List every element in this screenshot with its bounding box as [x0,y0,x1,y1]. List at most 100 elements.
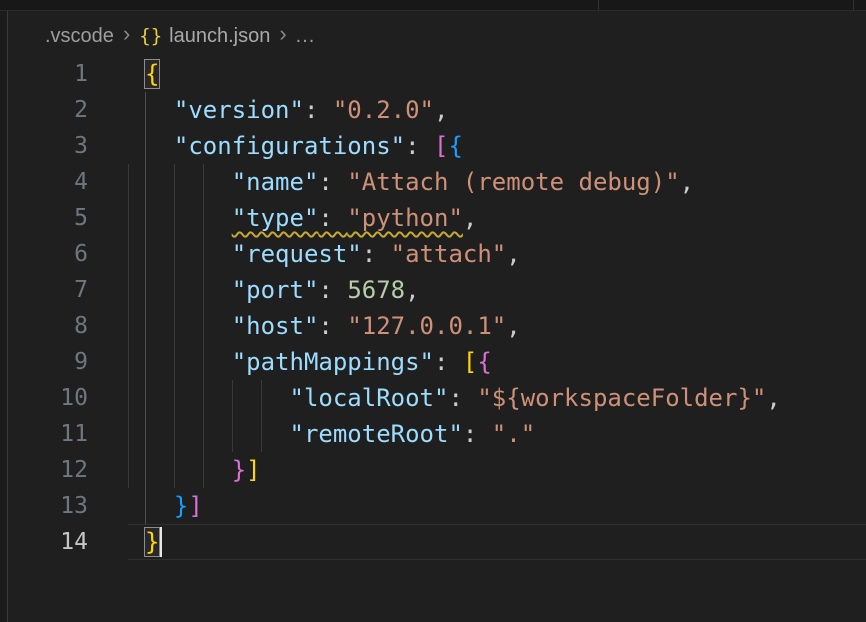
warning-underlined-token: : [318,204,347,232]
token-key: "localRoot" [290,384,449,412]
code-line-9[interactable]: 9 "pathMappings": [{ [0,344,866,380]
line-number-13[interactable]: 13 [0,488,88,524]
tab-bar[interactable] [0,0,866,11]
line-number-9[interactable]: 9 [0,344,88,380]
scope-guide [128,236,129,272]
code-text: "pathMappings": [{ [145,344,492,380]
token-key: "port" [232,276,319,304]
token-b3: } [174,492,188,520]
scope-guide [128,200,129,236]
code-line-13[interactable]: 13 }] [0,488,866,524]
indent-whitespace [145,204,232,232]
chevron-right-icon: › [123,21,130,47]
line-number-8[interactable]: 8 [0,308,88,344]
token-key: "pathMappings" [232,348,434,376]
token-key: "remoteRoot" [290,420,463,448]
code-line-10[interactable]: 10 "localRoot": "${workspaceFolder}", [0,380,866,416]
line-number-10[interactable]: 10 [0,380,88,416]
line-number-5[interactable]: 5 [0,200,88,236]
scope-guide [128,416,129,452]
current-line-highlight [128,524,866,560]
line-number-11[interactable]: 11 [0,416,88,452]
code-editor[interactable]: 1{2 "version": "0.2.0",3 "configurations… [0,56,866,560]
token-b1: [ [463,348,477,376]
token-pun: , [506,240,520,268]
token-pun: , [506,312,520,340]
text-cursor [160,527,162,557]
code-line-2[interactable]: 2 "version": "0.2.0", [0,92,866,128]
token-b1: } [145,528,159,556]
line-number-14[interactable]: 14 [0,524,88,560]
scope-guide [128,344,129,380]
breadcrumb-symbol-ellipsis[interactable]: ... [296,25,316,48]
code-line-4[interactable]: 4 "name": "Attach (remote debug)", [0,164,866,200]
code-text: "configurations": [{ [145,128,463,164]
code-line-11[interactable]: 11 "remoteRoot": "." [0,416,866,452]
code-line-3[interactable]: 3 "configurations": [{ [0,128,866,164]
code-text: { [145,56,159,92]
code-text: "remoteRoot": "." [145,416,535,452]
token-pun: : [318,276,347,304]
indent-whitespace [145,492,174,520]
token-key: "version" [174,96,304,124]
scope-guide [128,308,129,344]
indent-whitespace [145,348,232,376]
breadcrumb-folder[interactable]: .vscode [45,25,114,48]
token-str: "0.2.0" [333,96,434,124]
code-line-12[interactable]: 12 }] [0,452,866,488]
line-number-6[interactable]: 6 [0,236,88,272]
warning-underlined-token: "type" [232,204,319,232]
code-text: "version": "0.2.0", [145,92,448,128]
token-b2: ] [188,492,202,520]
line-number-4[interactable]: 4 [0,164,88,200]
token-str: "Attach (remote debug)" [347,168,679,196]
token-pun: : [463,420,492,448]
token-pun: : [318,168,347,196]
code-line-1[interactable]: 1{ [0,56,866,92]
breadcrumb: .vscode › {} launch.json › ... [45,22,315,50]
scope-guide [128,272,129,308]
indent-whitespace [145,276,232,304]
token-key: "request" [232,240,362,268]
line-number-2[interactable]: 2 [0,92,88,128]
breadcrumb-file[interactable]: launch.json [169,25,270,48]
token-b2: { [477,348,491,376]
scope-guide [128,452,129,488]
token-b1: ] [246,456,260,484]
code-line-14[interactable]: 14} [0,524,866,560]
token-str: "attach" [391,240,507,268]
token-key: "name" [232,168,319,196]
indent-whitespace [145,456,232,484]
scope-guide [128,380,129,416]
line-number-12[interactable]: 12 [0,452,88,488]
code-line-5[interactable]: 5 "type": "python", [0,200,866,236]
token-pun: : [405,132,434,160]
line-number-3[interactable]: 3 [0,128,88,164]
indent-whitespace [145,96,174,124]
json-file-icon: {} [139,25,162,47]
code-text: "localRoot": "${workspaceFolder}", [145,380,781,416]
scope-guide [128,164,129,200]
token-num: 5678 [347,276,405,304]
code-line-8[interactable]: 8 "host": "127.0.0.1", [0,308,866,344]
code-line-6[interactable]: 6 "request": "attach", [0,236,866,272]
token-str: "." [492,420,535,448]
code-text: "port": 5678, [145,272,420,308]
token-b2: [ [434,132,448,160]
token-b2: } [232,456,246,484]
indent-whitespace [145,168,232,196]
token-key: "host" [232,312,319,340]
code-text: }] [145,452,261,488]
token-pun: : [362,240,391,268]
token-b3: { [448,132,462,160]
token-str: "${workspaceFolder}" [477,384,766,412]
warning-underlined-token: "python" [347,204,463,232]
token-str: "127.0.0.1" [347,312,506,340]
code-text: "request": "attach", [145,236,521,272]
code-line-7[interactable]: 7 "port": 5678, [0,272,866,308]
line-number-7[interactable]: 7 [0,272,88,308]
token-key: "configurations" [174,132,405,160]
line-number-1[interactable]: 1 [0,56,88,92]
code-text: "type": "python", [145,200,477,236]
token-pun: , [405,276,419,304]
